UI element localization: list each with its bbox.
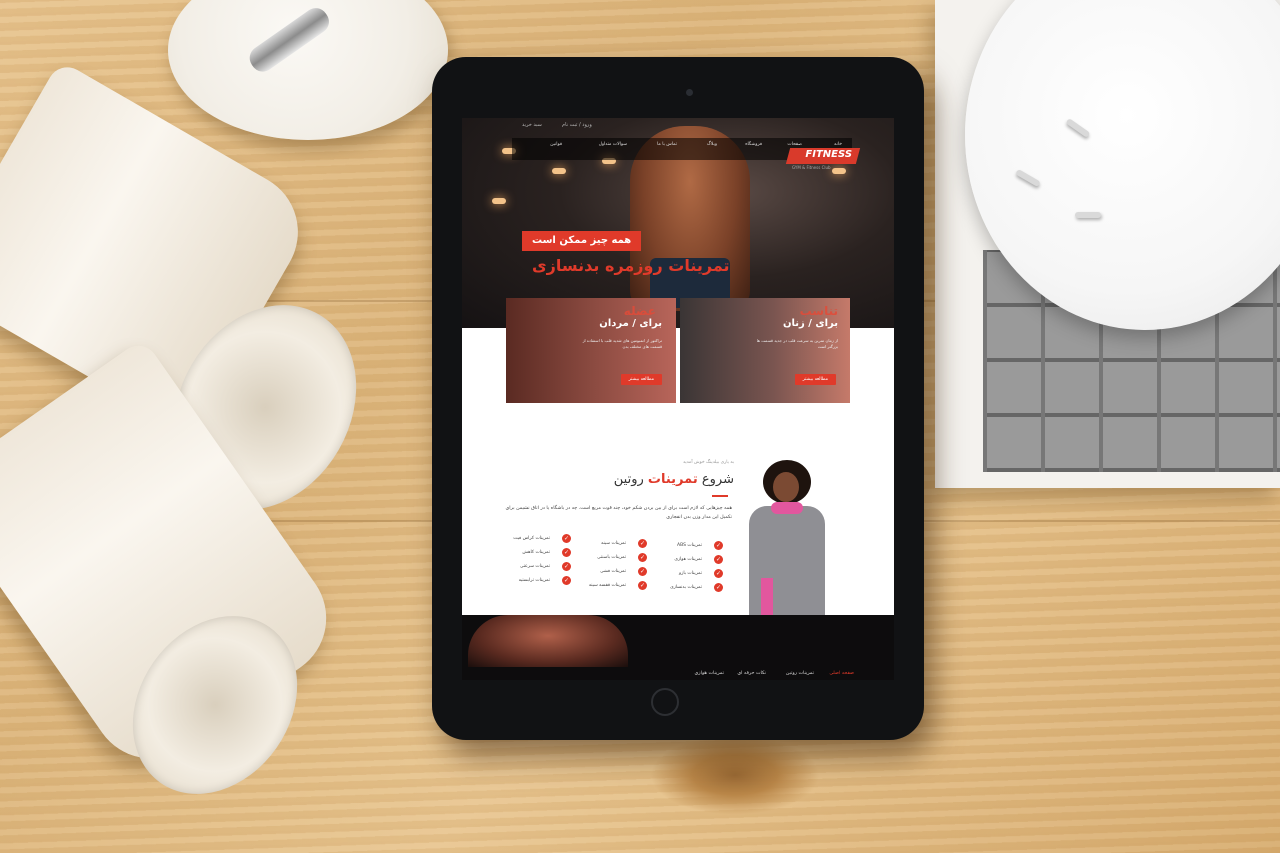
check-icon: ✓: [714, 541, 723, 550]
bottom-nav-pro-tips[interactable]: نکات حرفه ای: [737, 671, 766, 676]
woman-scarf: [771, 502, 803, 514]
read-more-button[interactable]: مطالعه بیشتر: [620, 374, 662, 385]
front-camera: [686, 89, 693, 96]
list-item: تمرینات ترابستیه: [518, 578, 550, 583]
list-item: تمرینات بدنسازی: [670, 585, 702, 590]
top-link-cart[interactable]: سبد خرید: [522, 122, 542, 128]
title-plain: شروع: [701, 472, 734, 487]
check-icon: ✓: [562, 548, 571, 557]
nav-item-contact[interactable]: تماس با ما: [657, 142, 677, 147]
read-more-button[interactable]: مطالعه بیشتر: [794, 374, 836, 385]
category-card-men[interactable]: عضله برای / مردان تراکتور از اتمبومین ها…: [506, 298, 676, 403]
woman-pink-accent: [761, 578, 773, 616]
top-bar: ورود / ثبت نام سبد خرید: [462, 122, 894, 136]
hero-banner: ورود / ثبت نام سبد خرید خانه صفحات فروشگ…: [462, 118, 894, 328]
list-item: تمرینات کراس فیت: [513, 536, 550, 541]
check-icon: ✓: [638, 539, 647, 548]
card-category: برای / مردان: [599, 318, 662, 329]
section-description: همه چیزهایی که لازم است برای از بین بردن…: [505, 506, 732, 520]
top-link-login[interactable]: ورود / ثبت نام: [562, 122, 592, 128]
bottom-nav-home[interactable]: صفحه اصلی: [829, 671, 854, 676]
logo-subtitle: GYM & Fitness Club: [792, 165, 831, 170]
check-icon: ✓: [714, 583, 723, 592]
title-underline: [712, 495, 728, 497]
home-button[interactable]: [651, 688, 679, 716]
check-icon: ✓: [714, 555, 723, 564]
card-accent-text: تناسب: [799, 304, 838, 318]
gym-light: [492, 198, 506, 204]
athlete-strip-image: [468, 615, 628, 667]
section-title: شروع تمرینات روتین: [614, 472, 734, 487]
woman-face: [773, 472, 799, 502]
title-end: روتین: [613, 472, 644, 487]
nav-item-shop[interactable]: فروشگاه: [745, 142, 762, 147]
nav-item-rules[interactable]: قوانین: [550, 142, 562, 147]
gym-light: [552, 168, 566, 174]
list-item: تمرینات کاهش: [522, 550, 550, 555]
hero-title: تمرینات روزمره بدنسازی: [532, 256, 730, 275]
wood-knot: [650, 735, 820, 815]
check-icon: ✓: [638, 567, 647, 576]
list-item: تمرینات سرعتی: [519, 564, 550, 569]
check-icon: ✓: [562, 576, 571, 585]
push-pin-icon: [1075, 212, 1101, 218]
nav-item-home[interactable]: خانه: [834, 142, 842, 147]
nav-item-pages[interactable]: صفحات: [787, 142, 802, 147]
card-accent-text: عضله: [623, 304, 656, 318]
list-item: تمرینات بازو: [679, 571, 702, 576]
section-overline: به یاری بیلدینگ خوش آمدید: [682, 460, 734, 465]
trainer-woman-image: [745, 458, 829, 624]
list-item: تمرینات فشی: [600, 569, 626, 574]
list-item: تمرینات سینه: [601, 541, 626, 546]
logo-text: FITNESS: [805, 149, 853, 160]
check-icon: ✓: [562, 534, 571, 543]
check-icon: ✓: [638, 553, 647, 562]
list-item: تمرینات باسنتی: [597, 555, 626, 560]
title-accent: تمرینات: [647, 472, 698, 487]
list-item: تمرینات هوازی: [674, 557, 702, 562]
hero-tagline: همه چیز ممکن است: [522, 231, 642, 251]
bottom-nav-cardio[interactable]: تمرینات هوازی: [695, 671, 724, 676]
card-description: تراکتور از اتمبومین های شدید قلب با استف…: [582, 338, 662, 349]
site-logo[interactable]: FITNESS: [785, 148, 861, 164]
nav-item-blog[interactable]: وبلاگ: [707, 142, 717, 147]
nav-item-faq[interactable]: سوالات متداول: [599, 142, 627, 147]
check-icon: ✓: [562, 562, 571, 571]
category-card-women[interactable]: تناسب برای / زنان از زمان تمرین به سرعت …: [680, 298, 850, 403]
check-icon: ✓: [714, 569, 723, 578]
list-item: تمرینات ABS: [677, 543, 702, 548]
card-category: برای / زنان: [783, 318, 838, 329]
list-item: تمرینات قفسه سینه: [588, 583, 626, 588]
tablet-screen: ورود / ثبت نام سبد خرید خانه صفحات فروشگ…: [462, 118, 894, 680]
card-description: از زمان تمرین به سرعت قلب در جدید قسمت ه…: [756, 338, 838, 349]
check-icon: ✓: [638, 581, 647, 590]
gym-light: [832, 168, 846, 174]
bottom-nav-routine[interactable]: تمرینات روتین: [786, 671, 814, 676]
